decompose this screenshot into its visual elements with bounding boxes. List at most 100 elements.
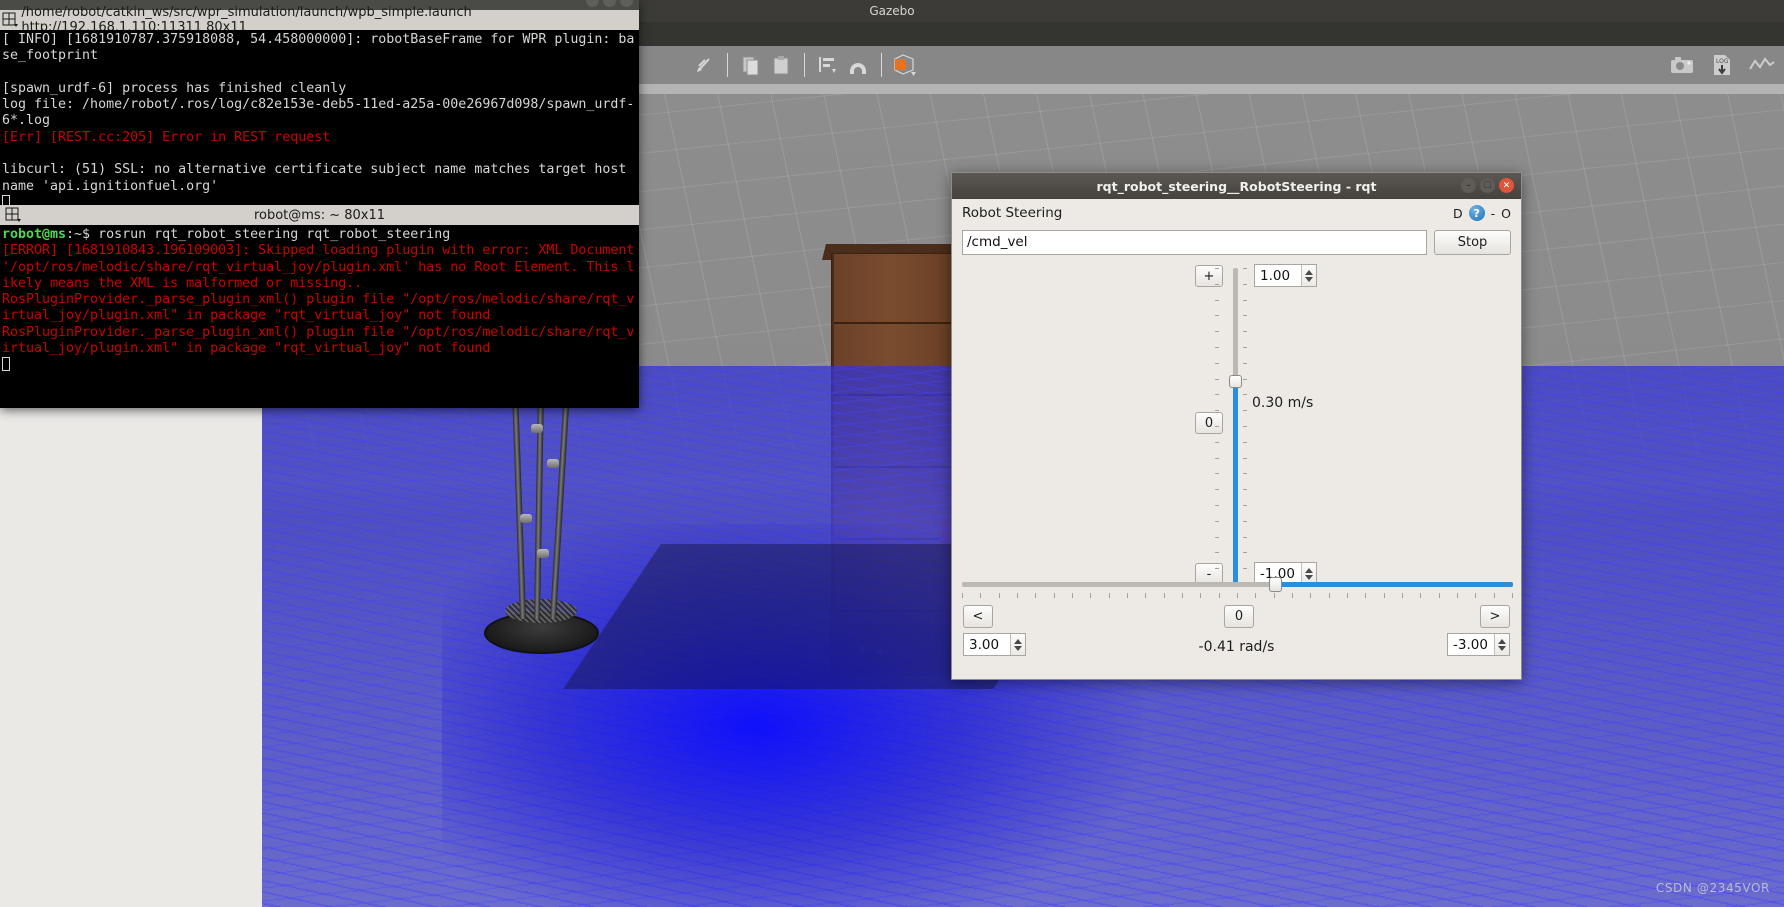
csdn-watermark: CSDN @2345VOR	[1656, 881, 1770, 895]
slider-tick	[1054, 593, 1055, 598]
slider-tick	[1347, 593, 1348, 598]
slider-tick	[1127, 593, 1128, 598]
slider-tick	[1243, 458, 1247, 459]
linear-ticks-right	[1243, 268, 1247, 586]
terminal-tab-mid-title: robot@ms: ~ 80x11	[254, 208, 385, 223]
snap-magnet-icon[interactable]	[844, 51, 872, 79]
robot-top-plate	[505, 599, 577, 623]
slider-tick	[1274, 593, 1275, 598]
slider-tick	[1215, 473, 1219, 474]
slider-tick	[1243, 521, 1247, 522]
slider-tick	[1243, 268, 1247, 269]
stop-button[interactable]: Stop	[1434, 230, 1511, 255]
angular-velocity-control: < 0 > 3.00 -3.00 -0.41 rad/s	[952, 601, 1521, 671]
angular-velocity-slider[interactable]	[962, 575, 1513, 595]
slider-tick	[1292, 593, 1293, 598]
slider-tick	[1243, 379, 1247, 380]
terminal-tab-top[interactable]: /home/robot/catkin_ws/src/wpr_simulation…	[0, 10, 639, 30]
slider-tick	[1439, 593, 1440, 598]
plot-graph-icon[interactable]	[1748, 51, 1776, 79]
slider-tick	[1215, 505, 1219, 506]
slider-tick	[1200, 593, 1201, 598]
gazebo-toolbar-right: LOG	[1668, 46, 1776, 84]
linear-max-spin-arrows[interactable]	[1301, 265, 1316, 286]
log-record-icon[interactable]: LOG	[1708, 51, 1736, 79]
slider-tick	[1164, 593, 1165, 598]
slider-tick	[1219, 593, 1220, 598]
terminal-line	[2, 65, 637, 81]
rqt-window-buttons: – ☐ ✕	[1461, 178, 1514, 193]
slider-tick	[1215, 300, 1219, 301]
dock-icon[interactable]: D	[1453, 206, 1463, 221]
terminal-line: RosPluginProvider._parse_plugin_xml() pl…	[2, 292, 637, 325]
linear-slider-handle[interactable]	[1229, 375, 1242, 388]
slider-tick	[1243, 426, 1247, 427]
terminal-line	[2, 146, 637, 162]
paste-icon[interactable]	[767, 51, 795, 79]
rqt-panel-header: Robot Steering D ? - O	[952, 199, 1521, 227]
angular-left-button[interactable]: <	[963, 605, 993, 628]
slider-tick	[1215, 379, 1219, 380]
rqt-maximize-button[interactable]: ☐	[1480, 178, 1495, 193]
slider-tick	[1329, 593, 1330, 598]
toolbar-separator-3	[881, 53, 882, 77]
help-icon[interactable]: ?	[1469, 205, 1485, 221]
slider-tick	[1215, 552, 1219, 553]
slider-tick	[1109, 593, 1110, 598]
terminal-command: rosrun rqt_robot_steering rqt_robot_stee…	[98, 227, 450, 242]
slider-tick	[1215, 331, 1219, 332]
slider-tick	[1243, 473, 1247, 474]
slider-tick	[1145, 593, 1146, 598]
linear-max-spinbox[interactable]: 1.00	[1254, 264, 1317, 287]
terminal-line: [ERROR] [1681910843.196109003]: Skipped …	[2, 243, 637, 292]
linear-slider-fill	[1233, 381, 1238, 586]
slider-tick	[1215, 442, 1219, 443]
cursor-select-icon[interactable]	[690, 51, 718, 79]
terminal-pane-bottom[interactable]: robot@ms:~$ rosrun rqt_robot_steering rq…	[0, 225, 639, 408]
rqt-robot-steering-window[interactable]: rqt_robot_steering__RobotSteering - rqt …	[951, 172, 1522, 680]
slider-tick	[1255, 593, 1256, 598]
rqt-minimize-button[interactable]: –	[1461, 178, 1476, 193]
terminal-window[interactable]: /home/robot/catkin_ws/src/wpr_simulation…	[0, 0, 639, 408]
rqt-close-button[interactable]: ✕	[1499, 178, 1514, 193]
angular-zero-button[interactable]: 0	[1224, 605, 1254, 628]
slider-tick	[1243, 300, 1247, 301]
screen: Gazebo	[0, 0, 1784, 907]
slider-tick	[1402, 593, 1403, 598]
terminal-line: [Err] [REST.cc:205] Error in REST reques…	[2, 130, 637, 146]
slider-tick	[1243, 315, 1247, 316]
slider-tick	[1243, 284, 1247, 285]
slider-tick	[1215, 521, 1219, 522]
screenshot-camera-icon[interactable]	[1668, 51, 1696, 79]
terminal-grid-icon[interactable]	[2, 11, 18, 29]
slider-tick	[1365, 593, 1366, 598]
align-icon[interactable]	[814, 51, 842, 79]
topic-input[interactable]: /cmd_vel	[962, 230, 1427, 255]
rqt-float-panel-button[interactable]: O	[1501, 206, 1511, 221]
toolbar-separator-2	[804, 53, 805, 77]
terminal-line: RosPluginProvider._parse_plugin_xml() pl…	[2, 325, 637, 358]
angular-right-button[interactable]: >	[1480, 605, 1510, 628]
insert-box-icon[interactable]	[891, 51, 919, 79]
terminal-grid-icon[interactable]	[4, 206, 22, 224]
terminal-pane-top[interactable]: [ INFO] [1681910787.375918088, 54.458000…	[0, 30, 639, 205]
slider-tick	[1072, 593, 1073, 598]
slider-tick	[1215, 347, 1219, 348]
linear-velocity-slider[interactable]	[1229, 268, 1241, 586]
angular-slider-handle[interactable]	[1269, 577, 1282, 592]
slider-tick	[1475, 593, 1476, 598]
slider-tick	[1420, 593, 1421, 598]
robot-joint	[531, 424, 543, 433]
terminal-tab-mid[interactable]: robot@ms: ~ 80x11	[0, 205, 639, 225]
rqt-minimize-panel-button[interactable]: -	[1491, 206, 1496, 221]
toolbar-separator-1	[727, 53, 728, 77]
slider-tick	[1512, 593, 1513, 598]
terminal-prompt-user: robot@ms	[2, 227, 66, 242]
angular-velocity-readout: -0.41 rad/s	[952, 639, 1521, 655]
robot-joint	[520, 514, 532, 523]
slider-tick	[1182, 593, 1183, 598]
angular-slider-ticks	[962, 593, 1513, 599]
terminal-prompt-path: :~$	[66, 227, 98, 242]
copy-icon[interactable]	[737, 51, 765, 79]
rqt-titlebar[interactable]: rqt_robot_steering__RobotSteering - rqt …	[952, 173, 1521, 199]
